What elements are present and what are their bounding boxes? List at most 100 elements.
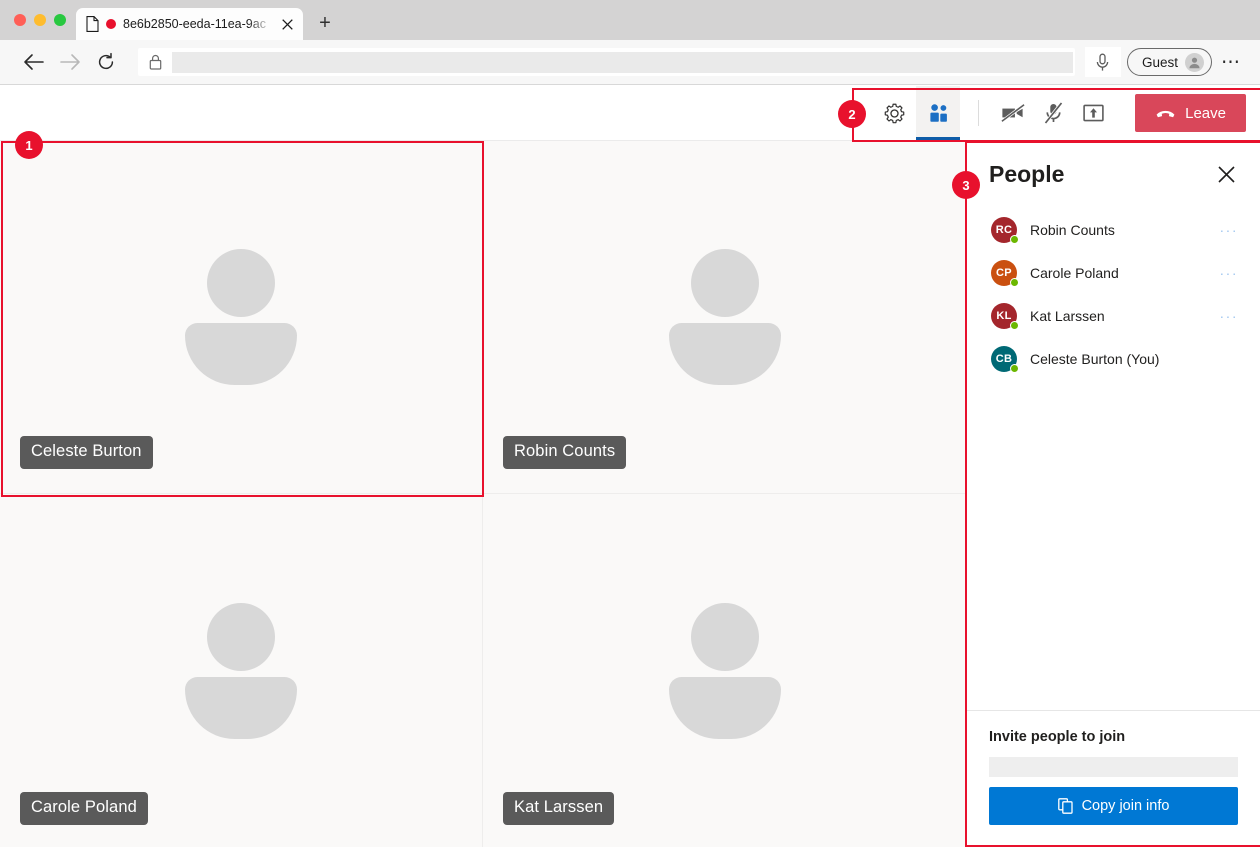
invite-input[interactable] <box>989 757 1238 777</box>
site-security-indicator <box>138 54 172 70</box>
reload-button[interactable] <box>88 46 124 78</box>
participant-row[interactable]: CP Carole Poland ··· <box>967 251 1260 294</box>
avatar: CP <box>991 260 1017 286</box>
annotation-badge-3: 3 <box>952 171 980 199</box>
lock-icon <box>149 54 162 70</box>
silhouette-head <box>691 249 759 317</box>
avatar: KL <box>991 303 1017 329</box>
minimize-window-button[interactable] <box>34 14 46 26</box>
new-tab-button[interactable]: + <box>311 9 339 37</box>
presence-available-icon <box>1010 278 1019 287</box>
settings-button[interactable] <box>872 86 916 140</box>
people-panel-title: People <box>989 161 1064 188</box>
browser-menu-button[interactable]: ⋯ <box>1214 46 1248 78</box>
reload-icon <box>96 52 116 72</box>
forward-arrow-icon <box>59 52 81 72</box>
document-icon <box>86 16 99 32</box>
participant-name: Celeste Burton (You) <box>1030 351 1238 367</box>
video-tile[interactable]: Kat Larssen <box>483 494 966 847</box>
participant-name: Carole Poland <box>1030 265 1220 281</box>
person-silhouette-icon <box>669 603 781 739</box>
meeting-app: Leave Celeste Burton Robin Counts <box>0 86 1260 847</box>
people-button[interactable] <box>916 86 960 140</box>
people-panel-header: People <box>967 141 1260 194</box>
recording-dot-icon <box>106 19 116 29</box>
silhouette-body <box>185 677 297 739</box>
share-screen-icon <box>1083 103 1104 123</box>
copy-icon <box>1058 798 1073 814</box>
person-silhouette-icon <box>185 249 297 385</box>
leave-label: Leave <box>1185 105 1226 122</box>
presence-available-icon <box>1010 321 1019 330</box>
maximize-window-button[interactable] <box>54 14 66 26</box>
close-icon <box>282 19 293 30</box>
camera-toggle-button[interactable] <box>993 86 1033 140</box>
toolbar-divider <box>978 100 979 126</box>
avatar-initials: KL <box>996 310 1011 322</box>
participant-list: RC Robin Counts ··· CP Carole Poland ··· <box>967 194 1260 710</box>
close-tab-button[interactable] <box>279 16 295 32</box>
people-panel: People RC Robin Counts ··· <box>966 141 1260 847</box>
participant-row[interactable]: CB Celeste Burton (You) <box>967 337 1260 380</box>
presence-available-icon <box>1010 364 1019 373</box>
tab-title: 8e6b2850-eeda-11ea-9ac <box>123 17 272 31</box>
mic-toggle-button[interactable] <box>1033 86 1073 140</box>
share-screen-button[interactable] <box>1073 86 1113 140</box>
mic-off-icon <box>1044 102 1063 124</box>
silhouette-head <box>691 603 759 671</box>
silhouette-head <box>207 603 275 671</box>
tile-name-label: Kat Larssen <box>503 792 614 825</box>
tab-strip: 8e6b2850-eeda-11ea-9ac + <box>0 0 1260 40</box>
tile-name-label: Celeste Burton <box>20 436 153 469</box>
leave-button[interactable]: Leave <box>1135 94 1246 132</box>
participant-name: Robin Counts <box>1030 222 1220 238</box>
person-avatar-icon <box>1188 56 1201 69</box>
silhouette-body <box>185 323 297 385</box>
people-icon <box>928 104 949 123</box>
gear-icon <box>884 103 905 124</box>
annotation-badge-2: 2 <box>838 100 866 128</box>
forward-button[interactable] <box>52 46 88 78</box>
address-bar[interactable] <box>138 48 1075 76</box>
avatar-initials: RC <box>996 224 1013 236</box>
copy-join-info-label: Copy join info <box>1082 798 1170 814</box>
video-tile[interactable]: Celeste Burton <box>0 141 483 494</box>
video-tile[interactable]: Carole Poland <box>0 494 483 847</box>
voice-search-button[interactable] <box>1085 47 1121 77</box>
silhouette-body <box>669 323 781 385</box>
navigation-bar: Guest ⋯ <box>0 40 1260 85</box>
presence-available-icon <box>1010 235 1019 244</box>
participant-more-button[interactable]: ··· <box>1220 222 1247 238</box>
browser-tab[interactable]: 8e6b2850-eeda-11ea-9ac <box>76 8 303 40</box>
meeting-toolbar: Leave <box>0 86 1260 141</box>
participant-name: Kat Larssen <box>1030 308 1220 324</box>
video-tile[interactable]: Robin Counts <box>483 141 966 494</box>
profile-label: Guest <box>1142 55 1178 70</box>
participant-more-button[interactable]: ··· <box>1220 265 1247 281</box>
profile-button[interactable]: Guest <box>1127 48 1212 76</box>
back-arrow-icon <box>23 52 45 72</box>
back-button[interactable] <box>16 46 52 78</box>
close-panel-button[interactable] <box>1214 163 1238 187</box>
camera-off-icon <box>1001 103 1025 123</box>
url-input[interactable] <box>172 52 1073 73</box>
tile-name-label: Carole Poland <box>20 792 148 825</box>
person-silhouette-icon <box>669 249 781 385</box>
avatar: RC <box>991 217 1017 243</box>
copy-join-info-button[interactable]: Copy join info <box>989 787 1238 825</box>
hang-up-icon <box>1155 107 1176 119</box>
invite-section: Invite people to join Copy join info <box>967 710 1260 847</box>
profile-avatar-icon <box>1185 53 1204 72</box>
close-window-button[interactable] <box>14 14 26 26</box>
participant-more-button[interactable]: ··· <box>1220 308 1247 324</box>
avatar-initials: CP <box>996 267 1012 279</box>
silhouette-body <box>669 677 781 739</box>
avatar-initials: CB <box>996 353 1013 365</box>
video-grid: Celeste Burton Robin Counts Carole Polan… <box>0 141 966 847</box>
participant-row[interactable]: RC Robin Counts ··· <box>967 208 1260 251</box>
tile-name-label: Robin Counts <box>503 436 626 469</box>
avatar: CB <box>991 346 1017 372</box>
participant-row[interactable]: KL Kat Larssen ··· <box>967 294 1260 337</box>
invite-label: Invite people to join <box>989 729 1238 745</box>
window-controls <box>10 0 76 40</box>
